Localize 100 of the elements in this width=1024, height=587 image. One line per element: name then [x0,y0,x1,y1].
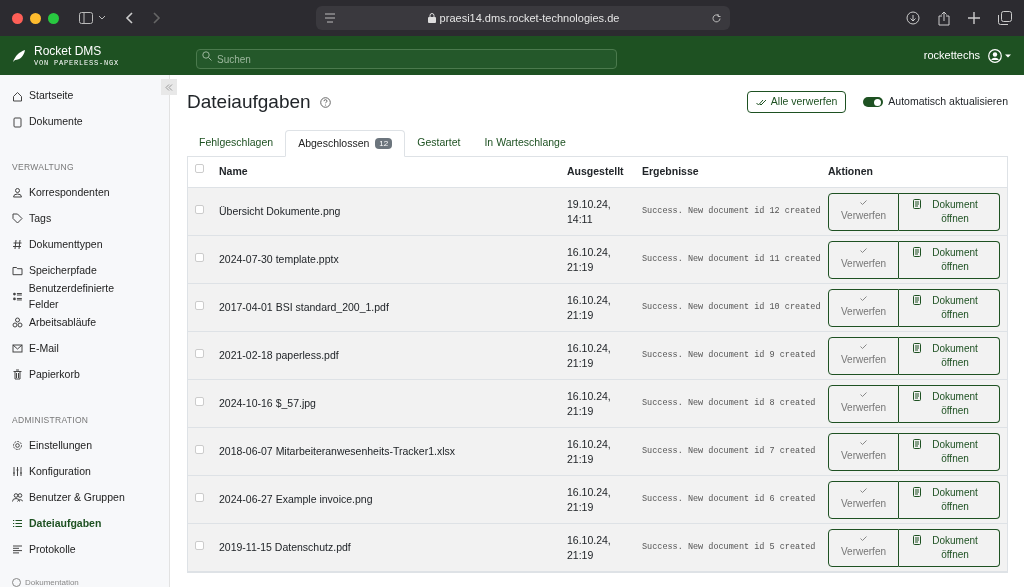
open-document-button[interactable]: Dokument öffnen [899,240,1000,279]
trash-icon [12,369,23,381]
result-text: Success. New document id 7 created [642,445,817,458]
sidebar-item[interactable]: Speicherpfade [0,257,157,284]
row-checkbox[interactable] [195,205,204,214]
column-header: Aktionen [828,165,873,178]
document-icon [913,294,921,305]
sidebar-item[interactable]: E-Mail [0,335,157,362]
maximize-window-icon[interactable] [48,12,59,24]
dismiss-button[interactable]: Verwerfen [828,384,899,423]
file-name: 2021-02-18 paperless.pdf [219,348,339,361]
sidebar-item[interactable]: Dokumenttypen [0,231,157,258]
sidebar-item[interactable]: Dateiaufgaben [0,510,157,537]
check-icon [860,344,867,349]
sidebar-item[interactable]: Startseite [0,83,157,109]
search-field[interactable]: Suchen [196,49,617,69]
check-icon [860,488,867,493]
column-header: Ausgestellt [567,165,624,178]
sidebar-item[interactable]: Tags [0,205,157,232]
tab[interactable]: In Warteschlange [472,129,578,156]
open-document-button[interactable]: Dokument öffnen [899,336,1000,375]
share-icon[interactable] [938,10,950,26]
result-text: Success. New document id 10 created [642,301,822,314]
sidebar-item[interactable]: Benutzer & Gruppen [0,484,157,511]
dismiss-button[interactable]: Verwerfen [828,192,899,231]
collapse-sidebar-button[interactable] [161,79,177,95]
result-text: Success. New document id 8 created [642,397,817,410]
lock-icon [427,13,436,23]
tabs-overview-icon[interactable] [998,11,1012,25]
sidebar-item[interactable]: Arbeitsabläufe [0,309,157,336]
username[interactable]: rockettechs [923,47,980,64]
sidebar-item[interactable]: Korrespondenten [0,179,157,206]
result-text: Success. New document id 11 created [642,253,822,266]
row-checkbox[interactable] [195,349,204,358]
sidebar-item[interactable]: Protokolle [0,536,157,563]
forward-icon[interactable] [153,12,161,24]
result-text: Success. New document id 9 created [642,349,817,362]
back-icon[interactable] [125,12,133,24]
issued-date: 16.10.24, 21:19 [567,532,612,563]
help-icon [12,577,21,587]
dismiss-button[interactable]: Verwerfen [828,240,899,279]
dismiss-button[interactable]: Verwerfen [828,336,899,375]
dismiss-all-button[interactable]: Alle verwerfen [746,91,847,113]
dismiss-button[interactable]: Verwerfen [828,480,899,519]
tab[interactable]: Gestartet [405,129,473,156]
new-tab-icon[interactable] [968,12,980,24]
fields-icon [12,291,23,303]
open-document-button[interactable]: Dokument öffnen [899,384,1000,423]
page-settings-icon[interactable] [324,13,336,23]
issued-date: 19.10.24, 14:11 [567,196,612,227]
minimize-window-icon[interactable] [30,12,41,24]
open-document-button[interactable]: Dokument öffnen [899,288,1000,327]
open-document-button[interactable]: Dokument öffnen [899,480,1000,519]
tab[interactable]: Abgeschlossen 12 [285,130,406,157]
check-icon [860,200,867,205]
row-checkbox[interactable] [195,541,204,550]
close-window-icon[interactable] [12,12,23,24]
open-document-button[interactable]: Dokument öffnen [899,432,1000,471]
dismiss-button[interactable]: Verwerfen [828,432,899,471]
document-icon [913,534,921,545]
sidebar-toggle-icon[interactable] [79,12,105,24]
documentation-link[interactable]: Dokumentation [25,577,79,587]
dismiss-button[interactable]: Verwerfen [828,288,899,327]
download-icon[interactable] [906,11,920,25]
file-name: 2017-04-01 BSI standard_200_1.pdf [219,300,389,313]
sliders-icon [12,466,23,477]
row-checkbox[interactable] [195,493,204,502]
select-all-checkbox[interactable] [195,164,204,173]
search-icon [202,50,212,61]
url-text[interactable]: praesi14.dms.rocket-technologies.de [439,9,620,27]
sidebar-item[interactable]: Einstellungen [0,432,157,459]
sidebar-item[interactable]: Papierkorb [0,361,157,388]
help-icon[interactable] [319,96,331,108]
tag-icon [12,213,23,225]
person-icon [12,187,23,199]
sidebar-item[interactable]: Benutzerdefinierte Felder [0,283,157,310]
reload-icon[interactable] [711,12,722,24]
tab[interactable]: Fehlgeschlagen [187,129,286,156]
row-checkbox[interactable] [195,445,204,454]
row-checkbox[interactable] [195,301,204,310]
open-document-button[interactable]: Dokument öffnen [899,192,1000,231]
house-icon [12,90,23,102]
user-avatar-icon[interactable] [988,48,1012,63]
document-icon [913,438,921,449]
issued-date: 16.10.24, 21:19 [567,244,612,275]
row-checkbox[interactable] [195,253,204,262]
open-document-button[interactable]: Dokument öffnen [899,528,1000,567]
document-icon [913,198,921,209]
check-icon [860,440,867,445]
dismiss-button[interactable]: Verwerfen [828,528,899,567]
issued-date: 16.10.24, 21:19 [567,484,612,515]
file-name: 2024-06-27 Example invoice.png [219,492,373,505]
file-name: Übersicht Dokumente.png [219,204,341,217]
sidebar-item[interactable]: Dokumente [0,109,157,135]
address-bar[interactable]: praesi14.dms.rocket-technologies.de [316,6,730,30]
row-checkbox[interactable] [195,397,204,406]
leaf-logo-icon [12,48,26,63]
mail-icon [12,343,23,355]
sidebar-item[interactable]: Konfiguration [0,458,157,485]
auto-refresh-toggle[interactable] [863,97,884,107]
